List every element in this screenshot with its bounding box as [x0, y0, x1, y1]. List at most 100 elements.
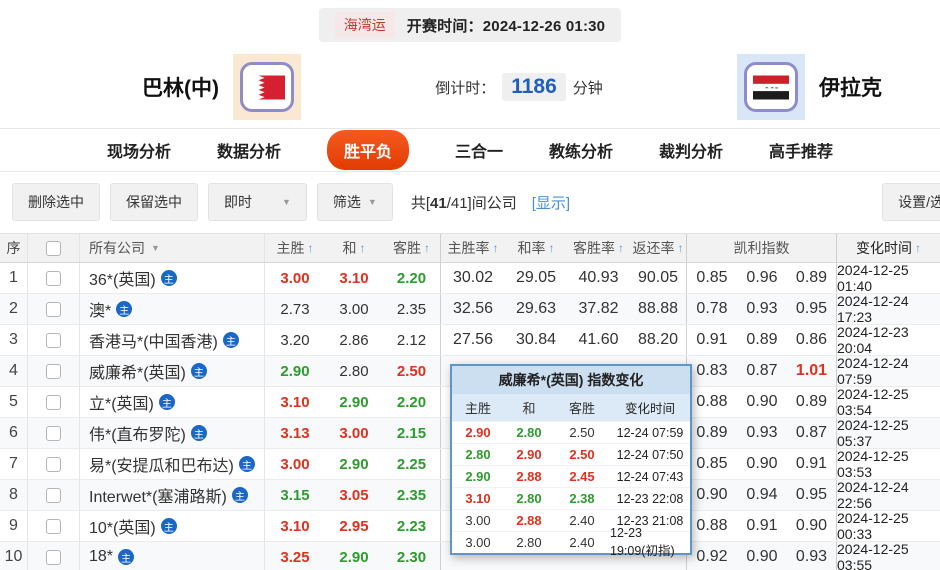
select-all-checkbox[interactable]	[46, 240, 61, 256]
odds-cell[interactable]: 2.20	[383, 387, 441, 417]
odds-cell[interactable]: 3.20	[265, 325, 325, 355]
header-change-time[interactable]: 变化时间 ↑	[837, 234, 940, 262]
header-away-odds[interactable]: 客胜 ↑	[383, 234, 441, 262]
header-return-rate[interactable]: 返还率 ↑	[630, 234, 687, 262]
odds-cell[interactable]: 2.90	[325, 449, 383, 479]
company-cell[interactable]: 威廉希*(英国) 主	[80, 356, 265, 386]
company-cell[interactable]: 伟*(直布罗陀) 主	[80, 418, 265, 448]
row-checkbox[interactable]	[46, 363, 61, 379]
header-company[interactable]: 所有公司 ▼	[80, 234, 265, 262]
row-checkbox[interactable]	[46, 549, 61, 565]
kelly-cell: 0.90	[746, 393, 778, 410]
nav-tab[interactable]: 教练分析	[549, 138, 613, 162]
header-home-rate[interactable]: 主胜率 ↑	[441, 234, 505, 262]
company-cell[interactable]: 18* 主	[80, 542, 265, 570]
odds-cell[interactable]: 3.10	[325, 263, 383, 293]
filter-label: 筛选	[332, 194, 361, 210]
odds-cell[interactable]: 3.05	[325, 480, 383, 510]
time-filter-dropdown[interactable]: 即时 ▼	[208, 183, 307, 221]
row-checkbox[interactable]	[46, 301, 61, 317]
odds-cell[interactable]: 2.30	[383, 542, 441, 570]
popup-header-cell: 客胜	[568, 401, 595, 416]
popup-row: 2.90 2.80 2.50 12-24 07:59	[452, 421, 690, 443]
row-seq: 2	[0, 294, 28, 324]
row-seq: 8	[0, 480, 28, 510]
primary-badge: 主	[160, 518, 177, 534]
odds-cell[interactable]: 2.20	[383, 263, 441, 293]
odds-cell[interactable]: 3.25	[265, 542, 325, 570]
kelly-cell: 0.89	[787, 263, 837, 293]
odds-cell[interactable]: 2.73	[265, 294, 325, 324]
company-cell[interactable]: 立*(英国) 主	[80, 387, 265, 417]
header-draw-odds[interactable]: 和 ↑	[325, 234, 383, 262]
odds-cell[interactable]: 2.12	[383, 325, 441, 355]
company-cell[interactable]: 澳* 主	[80, 294, 265, 324]
company-cell[interactable]: 香港马*(中国香港) 主	[80, 325, 265, 355]
odds-cell[interactable]: 3.00	[265, 263, 325, 293]
odds-cell[interactable]: 2.80	[325, 356, 383, 386]
odds-cell[interactable]: 2.35	[383, 294, 441, 324]
company-cell[interactable]: 10*(英国) 主	[80, 511, 265, 541]
row-checkbox[interactable]	[46, 332, 61, 348]
odds-cell[interactable]: 2.90	[265, 356, 325, 386]
show-link[interactable]: [显示]	[532, 192, 570, 213]
primary-badge: 主	[160, 270, 177, 286]
popup-odds-cell: 2.80	[516, 535, 542, 550]
odds-cell[interactable]: 3.00	[265, 449, 325, 479]
kelly-cell: 0.83	[696, 362, 728, 379]
row-checkbox[interactable]	[46, 518, 61, 534]
row-checkbox[interactable]	[46, 425, 61, 441]
row-checkbox[interactable]	[46, 394, 61, 410]
company-cell[interactable]: 36*(英国) 主	[80, 263, 265, 293]
row-checkbox-cell	[28, 480, 80, 510]
change-time-cell: 2024-12-24 17:23	[837, 293, 909, 325]
row-seq: 7	[0, 449, 28, 479]
filter-dropdown[interactable]: 筛选 ▼	[316, 183, 393, 221]
odds-cell[interactable]: 3.00	[325, 418, 383, 448]
kelly-cell: 0.92	[696, 548, 728, 565]
header-draw-rate[interactable]: 和率 ↑	[505, 234, 567, 262]
nav-tab[interactable]: 高手推荐	[769, 138, 833, 162]
company-name: 易*(安提瓜和巴布达)	[89, 458, 234, 475]
odds-cell[interactable]: 3.10	[265, 387, 325, 417]
header-kelly: 凯利指数	[687, 234, 837, 262]
nav-tab[interactable]: 数据分析	[217, 138, 281, 162]
nav-tab[interactable]: 三合一	[455, 138, 503, 162]
odds-cell[interactable]: 3.00	[325, 294, 383, 324]
odds-cell[interactable]: 2.86	[325, 325, 383, 355]
odds-cell[interactable]: 2.90	[325, 387, 383, 417]
company-cell[interactable]: 易*(安提瓜和巴布达) 主	[80, 449, 265, 479]
keep-selected-button[interactable]: 保留选中	[110, 183, 198, 221]
odds-cell[interactable]: 2.23	[383, 511, 441, 541]
odds-cell[interactable]: 2.15	[383, 418, 441, 448]
primary-badge: 主	[238, 456, 255, 472]
nav-tab[interactable]: 现场分析	[107, 138, 171, 162]
kelly-cell: 0.93	[787, 542, 837, 570]
row-checkbox[interactable]	[46, 487, 61, 503]
odds-cell[interactable]: 2.50	[383, 356, 441, 386]
nav-tab[interactable]: 裁判分析	[659, 138, 723, 162]
odds-cell[interactable]: 3.13	[265, 418, 325, 448]
home-flag-icon	[240, 62, 294, 112]
odds-cell[interactable]: 2.95	[325, 511, 383, 541]
delete-selected-button[interactable]: 删除选中	[12, 183, 100, 221]
nav-tab[interactable]: 胜平负	[326, 130, 409, 170]
header-home-odds[interactable]: 主胜 ↑	[265, 234, 325, 262]
kelly-cell: 0.96	[746, 269, 778, 286]
odds-cell[interactable]: 2.35	[383, 480, 441, 510]
row-checkbox[interactable]	[46, 270, 61, 286]
odds-cell[interactable]: 2.90	[325, 542, 383, 570]
popup-time-cell: 12-24 07:59	[616, 425, 684, 440]
row-checkbox[interactable]	[46, 456, 61, 472]
odds-cell[interactable]: 3.10	[265, 511, 325, 541]
settings-button[interactable]: 设置/选择	[882, 183, 940, 221]
odds-cell[interactable]: 3.15	[265, 480, 325, 510]
sort-up-icon: ↑	[548, 241, 555, 255]
odds-cell[interactable]: 2.25	[383, 449, 441, 479]
header-away-rate[interactable]: 客胜率 ↑	[567, 234, 630, 262]
company-cell[interactable]: Interwet*(塞浦路斯) 主	[80, 480, 265, 510]
match-info-strip: 海湾运 开赛时间：2024-12-26 01:30	[0, 0, 940, 42]
popup-header-cell: 变化时间	[624, 402, 675, 416]
count-number: 41	[430, 194, 447, 212]
row-seq: 10	[0, 542, 28, 570]
